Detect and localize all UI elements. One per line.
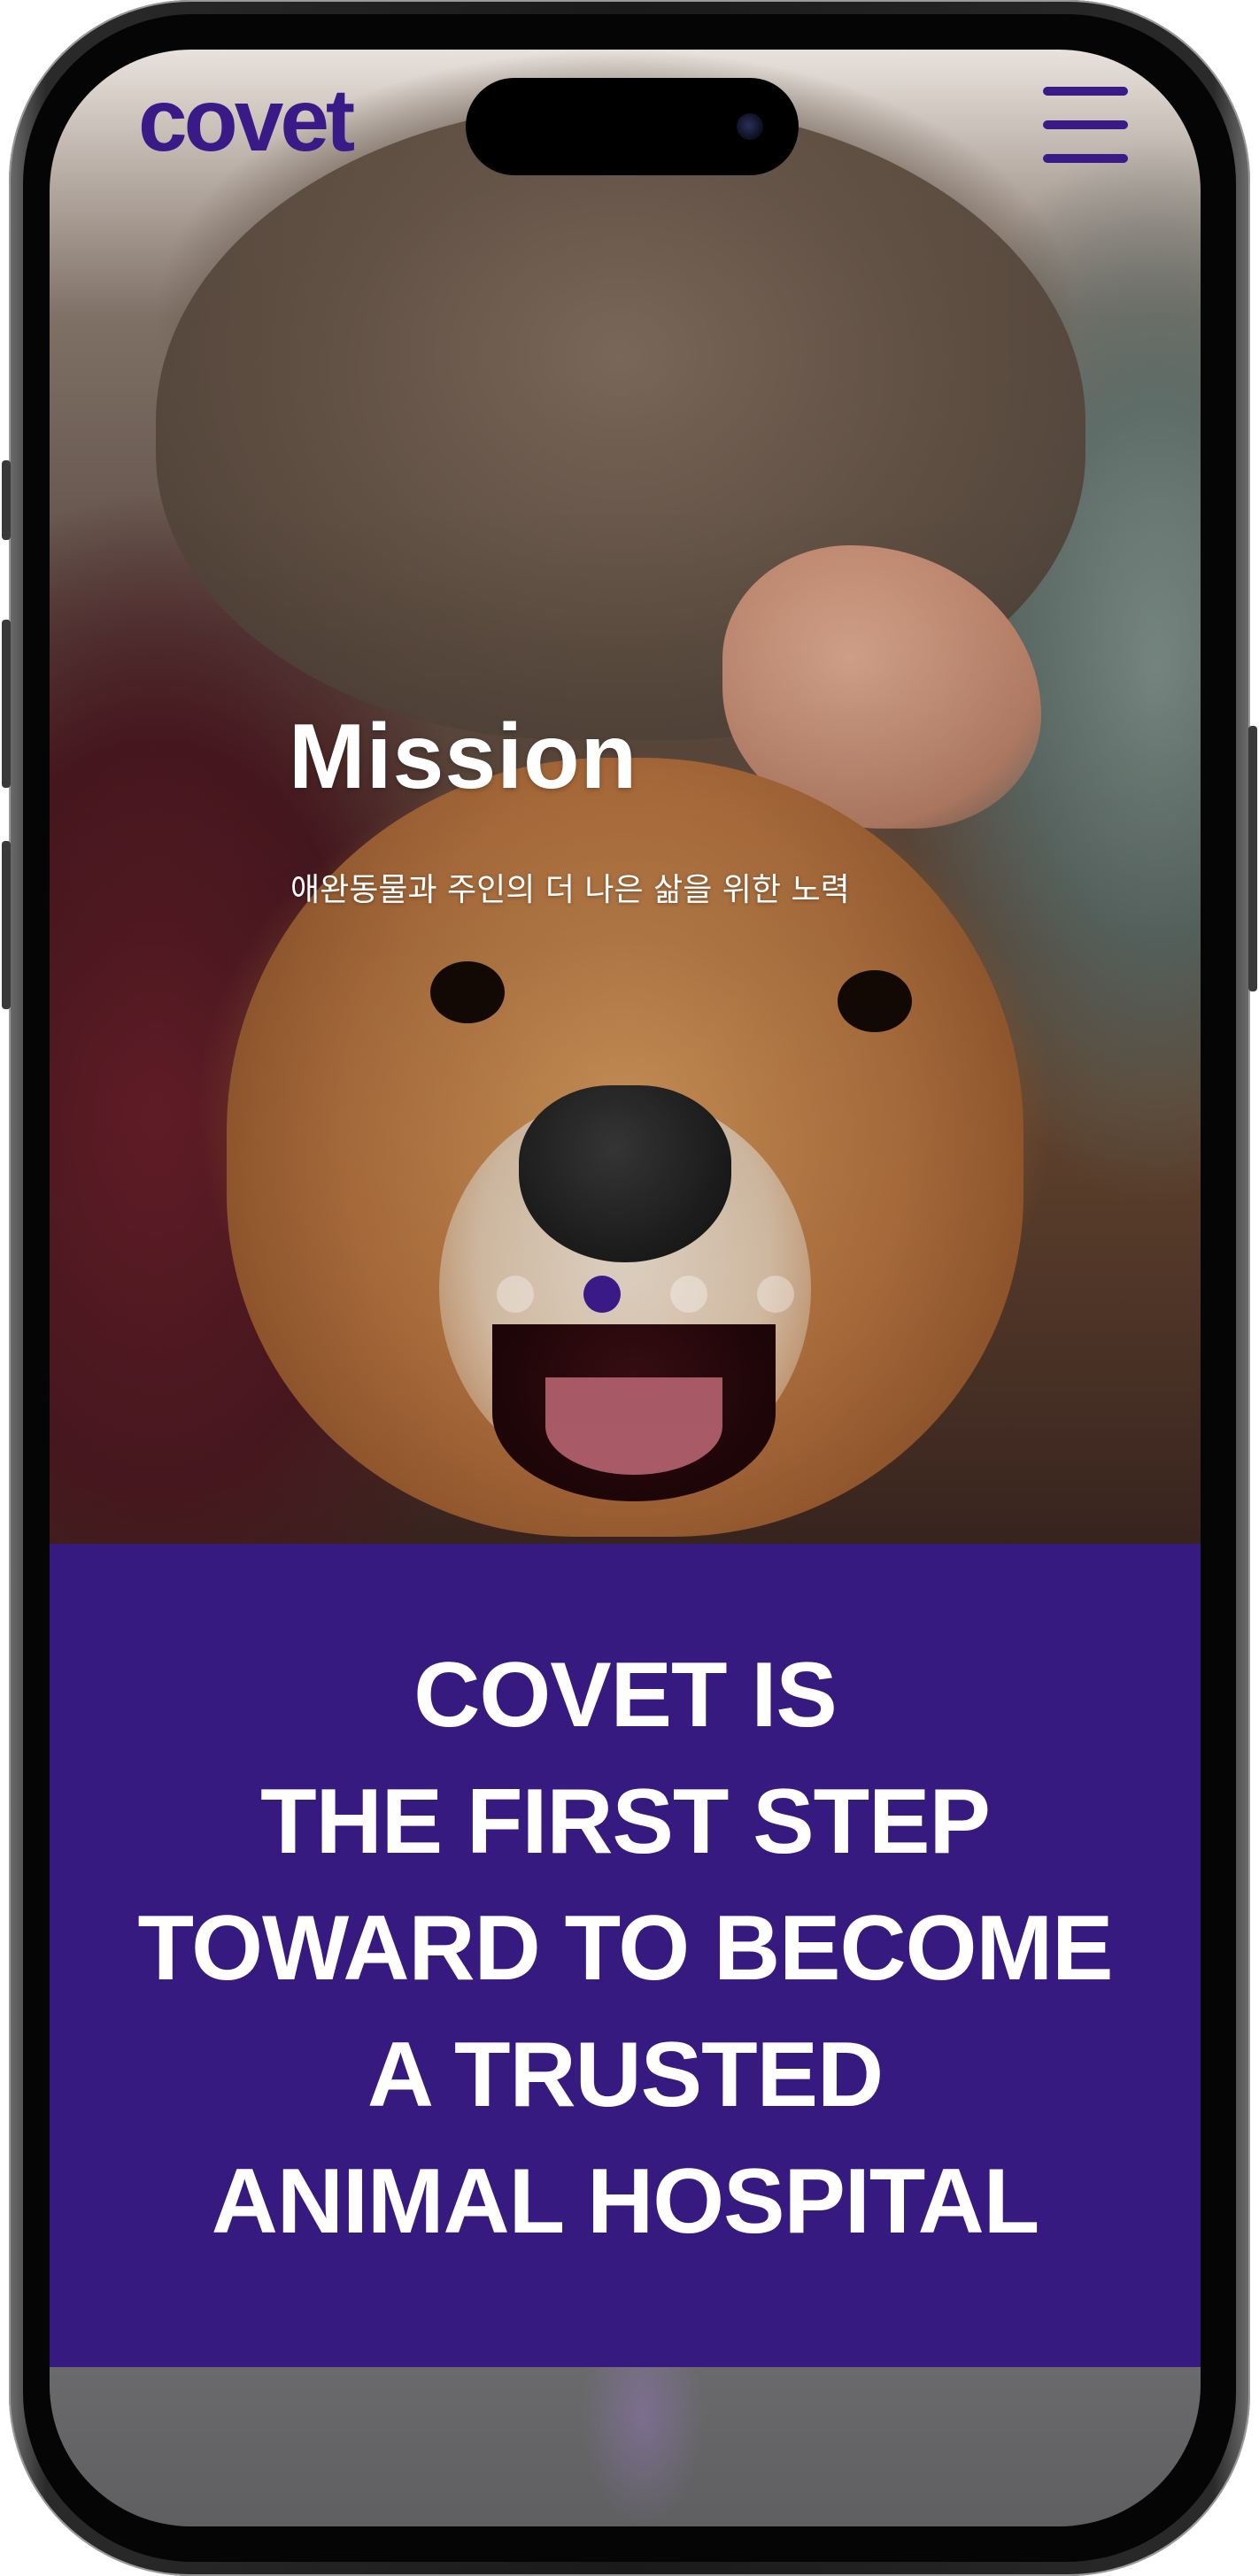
hamburger-menu-icon-bar-3 — [1043, 154, 1128, 163]
hero-title: Mission — [289, 706, 638, 808]
hamburger-menu-icon — [1043, 87, 1128, 96]
phone-screen: covet Mission 애완동물과 주인의 더 나은 삶을 위한 노력 CO… — [50, 50, 1201, 2526]
volume-down-button — [2, 841, 11, 1009]
mission-statement-section: COVET IS THE FIRST STEP TOWARD TO BECOME… — [50, 1544, 1201, 2367]
statement-line: COVET IS — [413, 1644, 837, 1747]
hamburger-menu-button[interactable] — [1041, 87, 1130, 166]
dynamic-island — [466, 78, 799, 175]
carousel-dot[interactable] — [757, 1276, 794, 1313]
carousel-dot-active[interactable] — [583, 1276, 621, 1313]
next-section-glow — [581, 2367, 705, 2526]
carousel-dot[interactable] — [670, 1276, 707, 1313]
carousel-dot[interactable] — [497, 1276, 534, 1313]
statement-line: THE FIRST STEP — [260, 1770, 991, 1873]
covet-logo[interactable]: covet — [138, 76, 355, 165]
hero-subtitle: 애완동물과 주인의 더 나은 삶을 위한 노력 — [290, 872, 850, 908]
statement-line: ANIMAL HOSPITAL — [211, 2150, 1039, 2253]
carousel-indicators — [497, 1276, 794, 1313]
statement-line: TOWARD TO BECOME — [137, 1897, 1113, 2000]
front-camera-icon — [737, 113, 763, 140]
silent-switch — [2, 460, 11, 540]
power-button — [1248, 726, 1257, 991]
hamburger-menu-icon-bar-2 — [1043, 120, 1128, 129]
statement-line: A TRUSTED — [367, 2024, 884, 2126]
next-section-preview — [50, 2367, 1201, 2526]
volume-up-button — [2, 620, 11, 788]
